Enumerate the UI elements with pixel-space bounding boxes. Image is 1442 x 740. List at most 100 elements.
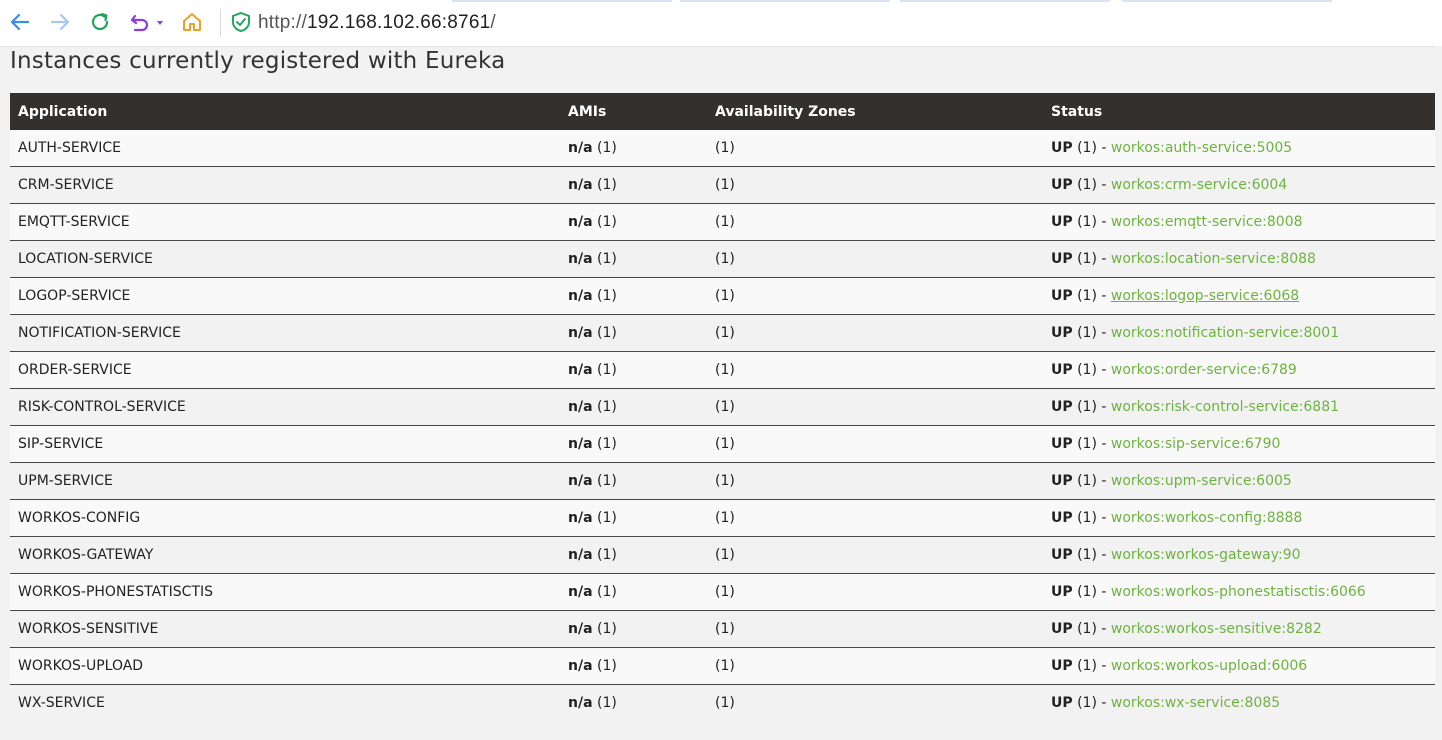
ami-value: n/a bbox=[568, 658, 593, 674]
status-value: UP bbox=[1051, 695, 1073, 711]
instance-link[interactable]: workos:upm-service:6005 bbox=[1111, 473, 1292, 489]
instance-link[interactable]: workos:workos-gateway:90 bbox=[1111, 547, 1301, 563]
ami-cell: n/a (1) bbox=[560, 684, 707, 721]
status-value: UP bbox=[1051, 362, 1073, 378]
status-cell: UP (1) - workos:logop-service:6068 bbox=[1043, 277, 1442, 315]
table-row: WORKOS-UPLOAD n/a (1) (1) UP (1) - workos:w… bbox=[10, 647, 1442, 685]
instance-link[interactable]: workos:wx-service:8085 bbox=[1111, 695, 1280, 711]
availability-zone-count: (1) bbox=[707, 203, 1043, 241]
status-value: UP bbox=[1051, 251, 1073, 267]
instance-link[interactable]: workos:notification-service:8001 bbox=[1111, 325, 1339, 341]
instance-link[interactable]: workos:emqtt-service:8008 bbox=[1111, 214, 1303, 230]
reload-icon bbox=[91, 12, 109, 31]
address-bar[interactable]: http://192.168.102.66:8761/ bbox=[258, 9, 496, 37]
availability-zone-count: (1) bbox=[707, 536, 1043, 574]
ami-count: (1) bbox=[596, 658, 617, 674]
scrollbar[interactable] bbox=[1435, 46, 1442, 740]
status-cell: UP (1) - workos:workos-upload:6006 bbox=[1043, 647, 1442, 685]
instance-link[interactable]: workos:logop-service:6068 bbox=[1111, 288, 1299, 304]
undo-button[interactable] bbox=[128, 10, 168, 34]
ami-cell: n/a (1) bbox=[560, 277, 707, 315]
instance-link[interactable]: workos:order-service:6789 bbox=[1111, 362, 1297, 378]
ami-count: (1) bbox=[596, 214, 617, 230]
forward-button[interactable] bbox=[48, 10, 72, 34]
instance-link[interactable]: workos:location-service:8088 bbox=[1111, 251, 1316, 267]
ami-value: n/a bbox=[568, 473, 593, 489]
application-name: WORKOS-PHONESTATISCTIS bbox=[10, 573, 560, 611]
status-cell: UP (1) - workos:workos-gateway:90 bbox=[1043, 536, 1442, 574]
instance-link[interactable]: workos:workos-config:8888 bbox=[1111, 510, 1302, 526]
ami-cell: n/a (1) bbox=[560, 610, 707, 648]
application-name: AUTH-SERVICE bbox=[10, 130, 560, 167]
ami-count: (1) bbox=[596, 325, 617, 341]
ami-value: n/a bbox=[568, 399, 593, 415]
table-row: LOGOP-SERVICE n/a (1) (1) UP (1) - workos:l… bbox=[10, 277, 1442, 315]
home-button[interactable] bbox=[180, 10, 204, 34]
ami-value: n/a bbox=[568, 177, 593, 193]
ami-cell: n/a (1) bbox=[560, 499, 707, 537]
ami-value: n/a bbox=[568, 547, 593, 563]
availability-zone-count: (1) bbox=[707, 388, 1043, 426]
application-name: UPM-SERVICE bbox=[10, 462, 560, 500]
instance-link[interactable]: workos:workos-upload:6006 bbox=[1111, 658, 1307, 674]
availability-zone-count: (1) bbox=[707, 277, 1043, 315]
status-cell: UP (1) - workos:notification-service:800… bbox=[1043, 314, 1442, 352]
application-name: EMQTT-SERVICE bbox=[10, 203, 560, 241]
arrow-right-icon bbox=[50, 13, 70, 31]
instance-link[interactable]: workos:sip-service:6790 bbox=[1111, 436, 1281, 452]
table-row: LOCATION-SERVICE n/a (1) (1) UP (1) - worko… bbox=[10, 240, 1442, 278]
status-value: UP bbox=[1051, 510, 1073, 526]
instance-link[interactable]: workos:auth-service:5005 bbox=[1111, 140, 1292, 156]
availability-zone-count: (1) bbox=[707, 573, 1043, 611]
status-count: (1) - bbox=[1077, 584, 1107, 600]
status-cell: UP (1) - workos:location-service:8088 bbox=[1043, 240, 1442, 278]
availability-zone-count: (1) bbox=[707, 425, 1043, 463]
instance-link[interactable]: workos:crm-service:6004 bbox=[1111, 177, 1287, 193]
instance-link[interactable]: workos:workos-sensitive:8282 bbox=[1111, 621, 1322, 637]
availability-zone-count: (1) bbox=[707, 499, 1043, 537]
application-name: LOCATION-SERVICE bbox=[10, 240, 560, 278]
availability-zone-count: (1) bbox=[707, 462, 1043, 500]
application-name: ORDER-SERVICE bbox=[10, 351, 560, 389]
status-value: UP bbox=[1051, 214, 1073, 230]
status-cell: UP (1) - workos:workos-sensitive:8282 bbox=[1043, 610, 1442, 648]
ami-count: (1) bbox=[596, 140, 617, 156]
status-count: (1) - bbox=[1077, 399, 1107, 415]
reload-button[interactable] bbox=[88, 10, 112, 34]
ami-cell: n/a (1) bbox=[560, 536, 707, 574]
ami-value: n/a bbox=[568, 288, 593, 304]
status-value: UP bbox=[1051, 584, 1073, 600]
ami-count: (1) bbox=[596, 177, 617, 193]
instance-link[interactable]: workos:workos-phonestatisctis:6066 bbox=[1111, 584, 1366, 600]
url-path: / bbox=[490, 12, 496, 33]
table-row: ORDER-SERVICE n/a (1) (1) UP (1) - workos:o… bbox=[10, 351, 1442, 389]
ami-count: (1) bbox=[596, 584, 617, 600]
availability-zone-count: (1) bbox=[707, 647, 1043, 685]
url-protocol: http:// bbox=[258, 12, 307, 33]
security-indicator[interactable] bbox=[229, 10, 253, 34]
toolbar-divider bbox=[220, 9, 221, 37]
table-header-row: Application AMIs Availability Zones Stat… bbox=[10, 93, 1442, 130]
ami-count: (1) bbox=[596, 695, 617, 711]
status-value: UP bbox=[1051, 140, 1073, 156]
availability-zone-count: (1) bbox=[707, 130, 1043, 167]
status-cell: UP (1) - workos:risk-control-service:688… bbox=[1043, 388, 1442, 426]
ami-value: n/a bbox=[568, 214, 593, 230]
ami-count: (1) bbox=[596, 251, 617, 267]
table-row: WX-SERVICE n/a (1) (1) UP (1) - workos:wx-s… bbox=[10, 684, 1442, 721]
status-value: UP bbox=[1051, 325, 1073, 341]
back-button[interactable] bbox=[8, 10, 32, 34]
ami-value: n/a bbox=[568, 584, 593, 600]
availability-zone-count: (1) bbox=[707, 240, 1043, 278]
instance-link[interactable]: workos:risk-control-service:6881 bbox=[1111, 399, 1339, 415]
status-count: (1) - bbox=[1077, 177, 1107, 193]
application-name: WORKOS-UPLOAD bbox=[10, 647, 560, 685]
table-row: WORKOS-SENSITIVE n/a (1) (1) UP (1) - worko… bbox=[10, 610, 1442, 648]
status-value: UP bbox=[1051, 436, 1073, 452]
ami-cell: n/a (1) bbox=[560, 462, 707, 500]
application-name: RISK-CONTROL-SERVICE bbox=[10, 388, 560, 426]
instances-table: Application AMIs Availability Zones Stat… bbox=[10, 93, 1442, 721]
status-value: UP bbox=[1051, 473, 1073, 489]
status-cell: UP (1) - workos:wx-service:8085 bbox=[1043, 684, 1442, 721]
availability-zone-count: (1) bbox=[707, 166, 1043, 204]
